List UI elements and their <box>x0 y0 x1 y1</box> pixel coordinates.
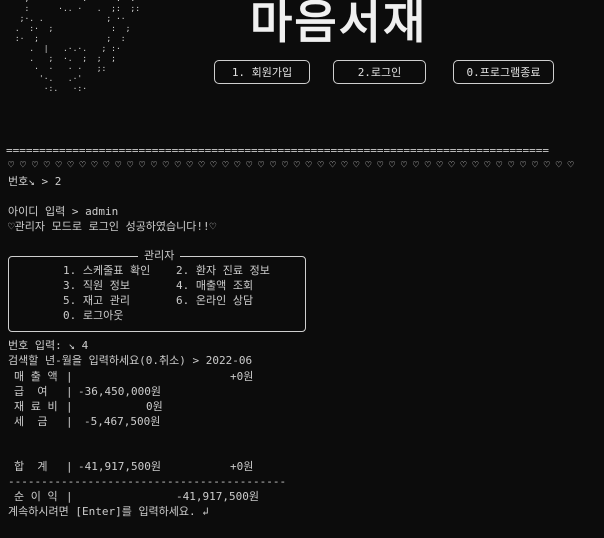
report-separator: ----------------------------------------… <box>8 475 287 488</box>
exit-program-button[interactable]: 0.프로그램종료 <box>453 60 554 84</box>
continue-prompt: 계속하시려면 [Enter]를 입력하세요. ↲ <box>8 505 209 518</box>
heart-icon: ♡ <box>317 160 324 171</box>
report-label-materials: 재 료 비 <box>14 400 58 413</box>
ascii-art-logo: ; . : : : ·.. · . ;: ;: ;·. . ; ·· . :· … <box>14 0 141 93</box>
report-income-sales: +0원 <box>230 370 254 383</box>
heart-icon: ♡ <box>555 160 562 171</box>
heart-icon: ♡ <box>400 160 407 171</box>
heart-icon: ♡ <box>305 160 312 171</box>
heart-icon: ♡ <box>341 160 348 171</box>
heart-icon: ♡ <box>127 160 134 171</box>
report-label-total: 합 계 <box>14 460 48 473</box>
heart-icon: ♡ <box>234 160 241 171</box>
heart-icon: ♡ <box>246 160 253 171</box>
heart-icon: ♡ <box>436 160 443 171</box>
admin-menu-item-inventory: 5. 재고 관리 <box>63 294 130 307</box>
heart-icon: ♡ <box>567 160 574 171</box>
report-bar: | <box>66 400 73 413</box>
heart-icon: ♡ <box>31 160 38 171</box>
heart-icon: ♡ <box>424 160 431 171</box>
heart-icon: ♡ <box>531 160 538 171</box>
admin-menu-item-sales: 4. 매출액 조회 <box>176 279 254 292</box>
heart-icon: ♡ <box>115 160 122 171</box>
heart-icon: ♡ <box>353 160 360 171</box>
heart-icon: ♡ <box>67 160 74 171</box>
admin-menu-item-schedule: 1. 스케줄표 확인 <box>63 264 151 277</box>
heart-icon: ♡ <box>377 160 384 171</box>
heart-icon: ♡ <box>222 160 229 171</box>
heart-row: ♡ ♡ ♡ ♡ ♡ ♡ ♡ ♡ ♡ ♡ ♡ ♡ ♡ ♡ ♡ ♡ ♡ ♡ ♡ ♡ ♡ ♡ ♡ ♡ ♡ ♡ ♡ ♡ ♡ ♡ ♡ ♡ ♡ ♡ ♡ ♡ ♡ ♡ ♡ ♡… <box>8 160 574 171</box>
report-bar: | <box>66 490 73 503</box>
heart-icon: ♡ <box>103 160 110 171</box>
signup-button[interactable]: 1. 회원가입 <box>214 60 310 84</box>
heart-icon: ♡ <box>150 160 157 171</box>
admin-menu-item-patient-info: 2. 환자 진료 정보 <box>176 264 270 277</box>
heart-icon: ♡ <box>508 160 515 171</box>
admin-menu-title: 관리자 <box>138 248 181 263</box>
heart-icon: ♡ <box>43 160 50 171</box>
heart-icon: ♡ <box>293 160 300 171</box>
report-expense-tax: -5,467,500원 <box>84 415 161 428</box>
admin-menu-box: 관리자 1. 스케줄표 확인 2. 환자 진료 정보 3. 직원 정보 4. 매… <box>8 248 306 332</box>
admin-menu-item-consult: 6. 온라인 상담 <box>176 294 254 307</box>
heart-icon: ♡ <box>519 160 526 171</box>
admin-menu-item-staff-info: 3. 직원 정보 <box>63 279 130 292</box>
heart-icon: ♡ <box>210 160 217 171</box>
report-expense-salary: -36,450,000원 <box>78 385 161 398</box>
report-net-value: -41,917,500원 <box>176 490 259 503</box>
heart-icon: ♡ <box>79 160 86 171</box>
report-label-salary: 급 여 <box>14 385 48 398</box>
date-prompt-line: 검색할 년-월을 입력하세요(0.취소) > 2022-06 <box>8 354 253 367</box>
heart-icon: ♡ <box>19 160 26 171</box>
heart-icon: ♡ <box>174 160 181 171</box>
heart-icon: ♡ <box>484 160 491 171</box>
heart-icon: ♡ <box>269 160 276 171</box>
report-total-expense: -41,917,500원 <box>78 460 161 473</box>
heart-icon: ♡ <box>543 160 550 171</box>
report-label-tax: 세 금 <box>14 415 48 428</box>
heart-icon: ♡ <box>186 160 193 171</box>
report-bar: | <box>66 370 73 383</box>
report-bar: | <box>66 415 73 428</box>
heart-icon: ♡ <box>448 160 455 171</box>
selection-input-line: 번호↘ > 2 <box>8 175 62 188</box>
divider-line: ========================================… <box>6 144 550 157</box>
heart-icon: ♡ <box>472 160 479 171</box>
heart-icon: ♡ <box>138 160 145 171</box>
login-button[interactable]: 2.로그인 <box>333 60 426 84</box>
heart-icon: ♡ <box>281 160 288 171</box>
login-success-message: ♡관리자 모드로 로그인 성공하였습니다!!♡ <box>8 220 217 233</box>
report-total-income: +0원 <box>230 460 254 473</box>
heart-icon: ♡ <box>365 160 372 171</box>
heart-icon: ♡ <box>258 160 265 171</box>
report-bar: | <box>66 385 73 398</box>
heart-icon: ♡ <box>91 160 98 171</box>
heart-icon: ♡ <box>329 160 336 171</box>
admin-menu-item-logout: 0. 로그아웃 <box>63 309 124 322</box>
heart-icon: ♡ <box>162 160 169 171</box>
heart-icon: ♡ <box>496 160 503 171</box>
heart-icon: ♡ <box>460 160 467 171</box>
app-title: 마음서재 <box>250 0 428 49</box>
report-label-net: 순 이 익 <box>14 490 58 503</box>
heart-icon: ♡ <box>412 160 419 171</box>
heart-icon: ♡ <box>198 160 205 171</box>
report-label-sales: 매 출 액 <box>14 370 58 383</box>
report-bar: | <box>66 460 73 473</box>
heart-icon: ♡ <box>55 160 62 171</box>
report-expense-materials: 0원 <box>146 400 163 413</box>
heart-icon: ♡ <box>389 160 396 171</box>
id-input-line: 아이디 입력 > admin <box>8 205 119 218</box>
heart-icon: ♡ <box>8 160 15 171</box>
number-input-line: 번호 입력: ↘ 4 <box>8 339 89 352</box>
